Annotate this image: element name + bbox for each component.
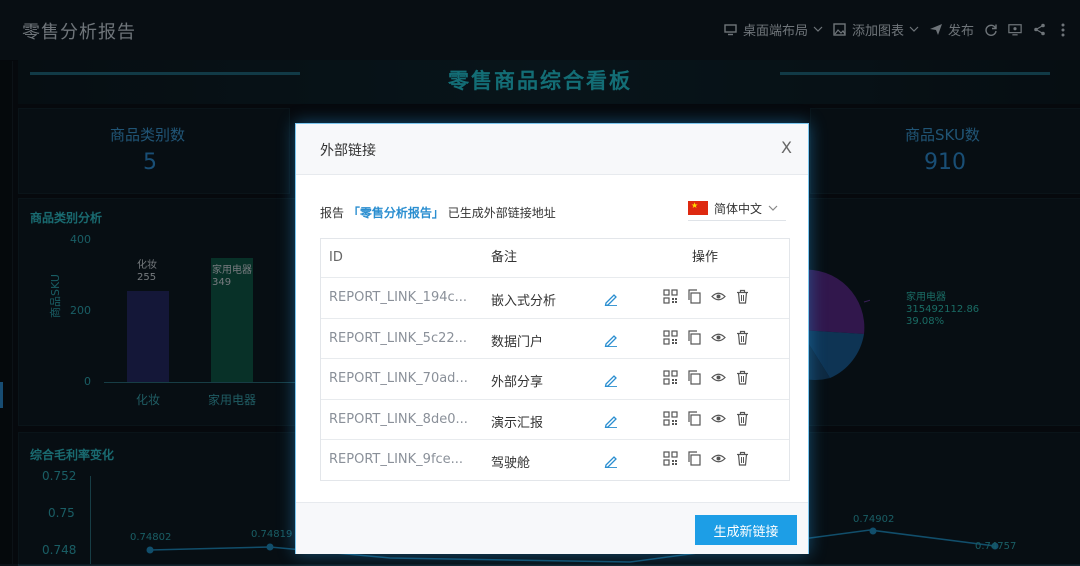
- edit-icon[interactable]: [603, 372, 619, 391]
- qrcode-icon[interactable]: [663, 329, 678, 345]
- column-header-id: ID: [329, 250, 343, 265]
- trash-icon[interactable]: [735, 451, 750, 466]
- desc-prefix: 报告: [320, 206, 345, 220]
- copy-icon[interactable]: [687, 329, 702, 345]
- dialog-footer: 生成新链接: [296, 502, 808, 554]
- trash-icon[interactable]: [735, 411, 750, 426]
- link-id: REPORT_LINK_9fce...: [329, 452, 464, 467]
- link-id: REPORT_LINK_8de0...: [329, 411, 468, 427]
- eye-icon[interactable]: [711, 330, 726, 345]
- dialog-description: 报告 「零售分析报告」 已生成外部链接地址: [320, 204, 556, 221]
- dialog-header: 外部链接 X: [296, 124, 808, 175]
- trash-icon[interactable]: [735, 289, 750, 304]
- language-select[interactable]: ★ 简体中文: [688, 196, 786, 221]
- link-note: 外部分享: [491, 375, 544, 390]
- column-header-ops: 操作: [692, 250, 719, 265]
- close-button[interactable]: X: [781, 138, 792, 157]
- copy-icon[interactable]: [687, 410, 702, 426]
- table-row: REPORT_LINK_70ad... 外部分享: [321, 358, 789, 399]
- column-header-note: 备注: [491, 250, 518, 265]
- link-note: 演示汇报: [491, 415, 544, 431]
- edit-icon[interactable]: [603, 291, 619, 310]
- table-row: REPORT_LINK_5c22... 数据门户: [321, 317, 789, 359]
- trash-icon[interactable]: [735, 330, 750, 345]
- desc-suffix: 已生成外部链接地址: [447, 206, 556, 220]
- qrcode-icon[interactable]: [663, 289, 678, 304]
- eye-icon[interactable]: [711, 411, 726, 426]
- edit-icon[interactable]: [603, 413, 619, 432]
- copy-icon[interactable]: [687, 289, 702, 304]
- qrcode-icon[interactable]: [663, 370, 678, 385]
- external-link-dialog: 外部链接 X 报告 「零售分析报告」 已生成外部链接地址 ★ 简体中文 ID 备…: [295, 123, 809, 554]
- row-actions: [663, 289, 750, 304]
- link-id: REPORT_LINK_70ad...: [329, 371, 468, 386]
- qrcode-icon[interactable]: [663, 410, 678, 426]
- trash-icon[interactable]: [735, 370, 750, 385]
- link-id: REPORT_LINK_5c22...: [329, 330, 468, 346]
- copy-icon[interactable]: [687, 370, 702, 385]
- report-name-link[interactable]: 「零售分析报告」: [348, 206, 444, 220]
- table-row: REPORT_LINK_194c... 嵌入式分析: [321, 277, 789, 318]
- row-actions: [663, 370, 750, 385]
- qrcode-icon[interactable]: [663, 451, 678, 466]
- link-note: 数据门户: [491, 334, 544, 350]
- link-note: 驾驶舱: [491, 456, 531, 471]
- language-label: 简体中文: [714, 201, 763, 216]
- table-row: REPORT_LINK_8de0... 演示汇报: [321, 398, 789, 440]
- edit-icon[interactable]: [603, 332, 619, 351]
- eye-icon[interactable]: [711, 289, 726, 304]
- link-table: ID 备注 操作 REPORT_LINK_194c... 嵌入式分析 REPOR…: [320, 238, 790, 481]
- link-note: 嵌入式分析: [491, 294, 557, 309]
- eye-icon[interactable]: [711, 370, 726, 385]
- row-actions: [663, 410, 750, 426]
- row-actions: [663, 451, 750, 466]
- dialog-title: 外部链接: [320, 143, 376, 159]
- link-id: REPORT_LINK_194c...: [329, 290, 468, 305]
- generate-link-button[interactable]: 生成新链接: [695, 515, 797, 545]
- eye-icon[interactable]: [711, 451, 726, 466]
- table-row: REPORT_LINK_9fce... 驾驶舱: [321, 439, 789, 480]
- row-actions: [663, 329, 750, 345]
- edit-icon[interactable]: [603, 453, 619, 472]
- copy-icon[interactable]: [687, 451, 702, 466]
- chevron-down-icon: [768, 201, 778, 215]
- china-flag-icon: ★: [688, 201, 708, 215]
